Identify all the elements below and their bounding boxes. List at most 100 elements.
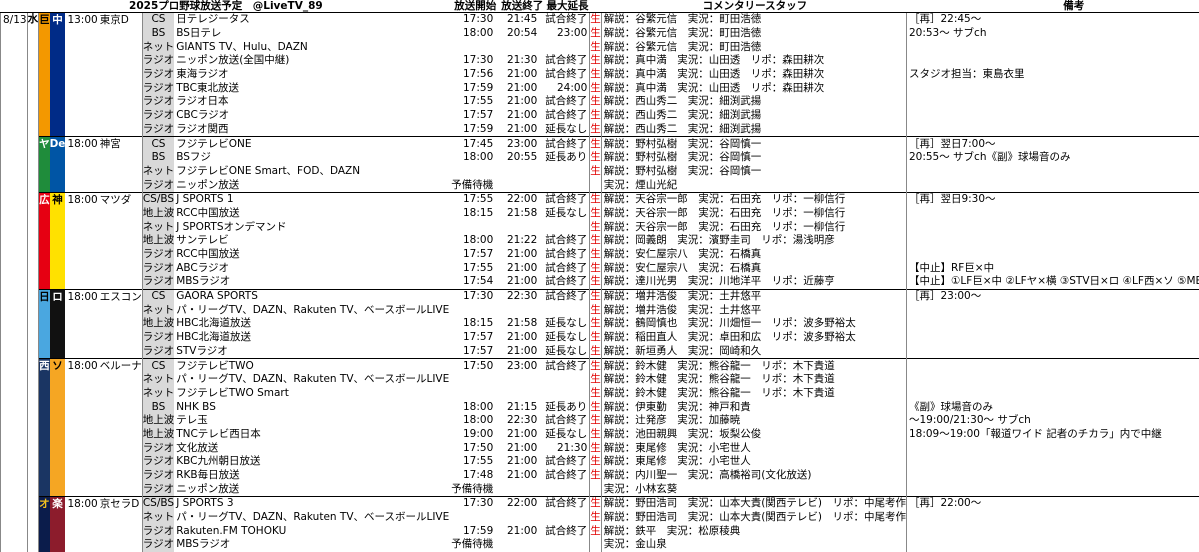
live-mark: 生	[590, 345, 602, 359]
station-name: RCC中国放送	[174, 207, 449, 221]
start-time: 17:59	[449, 524, 499, 538]
game-time: 18:00	[65, 497, 97, 552]
media-type: CS	[142, 359, 174, 373]
note	[906, 95, 1199, 109]
station-name: BS日テレ	[174, 27, 449, 41]
start-time: 17:30	[449, 497, 499, 511]
note	[906, 373, 1199, 387]
media-type: ラジオ	[142, 68, 174, 82]
commentary-staff: 解説：野田浩司 実況：山本大貴(関西テレビ) リポ：中尾考作	[601, 497, 906, 511]
station-name: MBSラジオ	[174, 538, 449, 552]
game-time: 18:00	[65, 289, 97, 358]
media-type: ラジオ	[142, 482, 174, 496]
note	[906, 511, 1199, 525]
program-row: ネットJ SPORTSオンデマンド生解説：天谷宗一郎 実況：石田充 リポ：一柳信…	[1, 220, 1199, 234]
home-team-badge: ヤ	[39, 137, 50, 193]
commentary-staff: 解説：天谷宗一郎 実況：石田充 リポ：一柳信行	[601, 207, 906, 221]
media-type: ラジオ	[142, 261, 174, 275]
live-mark: 生	[590, 192, 602, 206]
station-name: CBCラジオ	[174, 109, 449, 123]
max-extension: 試合終了	[543, 248, 590, 262]
program-row: ラジオCBCラジオ17:5721:00試合終了生解説：西山秀二 実況：細渕武揚	[1, 109, 1199, 123]
end-time: 22:00	[499, 192, 543, 206]
media-type: 地上波	[142, 317, 174, 331]
max-extension: 試合終了	[543, 95, 590, 109]
max-extension: 延長なし	[543, 317, 590, 331]
program-row: 地上波RCC中国放送18:1521:58延長なし生解説：天谷宗一郎 実況：石田充…	[1, 207, 1199, 221]
max-extension: 試合終了	[543, 524, 590, 538]
station-name: GAORA SPORTS	[174, 289, 449, 303]
station-name: ニッポン放送(全国中継)	[174, 54, 449, 68]
program-row: ラジオSTVラジオ17:5721:00延長なし生解説：新垣勇人 実況：岡崎和久	[1, 345, 1199, 359]
commentary-staff: 解説：西山秀二 実況：細渕武揚	[601, 123, 906, 137]
commentary-staff: 解説：岡義朗 実況：濱野圭司 リポ：湯浅明彦	[601, 234, 906, 248]
live-mark: 生	[590, 400, 602, 414]
media-type: ラジオ	[142, 275, 174, 289]
note	[906, 165, 1199, 179]
end-time	[499, 538, 543, 552]
live-mark: 生	[590, 40, 602, 54]
end-time: 23:00	[499, 137, 543, 151]
start-time: 18:00	[449, 400, 499, 414]
commentary-staff: 解説：天谷宗一郎 実況：石田充 リポ：一柳信行	[601, 220, 906, 234]
start-time: 予備待機	[449, 178, 499, 192]
start-time: 17:30	[449, 289, 499, 303]
max-extension: 試合終了	[543, 414, 590, 428]
program-row: ラジオニッポン放送予備待機実況：煙山光紀	[1, 178, 1199, 192]
program-row: ラジオ東海ラジオ17:5621:00試合終了生解説：真中満 実況：山田透 リポ：…	[1, 68, 1199, 82]
station-name: ラジオ日本	[174, 95, 449, 109]
commentary-staff: 解説：野村弘樹 実況：谷岡慎一	[601, 165, 906, 179]
start-time: 18:00	[449, 234, 499, 248]
live-mark: 生	[590, 13, 602, 27]
live-mark: 生	[590, 68, 602, 82]
program-row: ラジオABCラジオ17:5521:00試合終了生解説：安仁屋宗八 実況：石橋真【…	[1, 261, 1199, 275]
media-type: BS	[142, 400, 174, 414]
commentary-staff: 実況：煙山光紀	[601, 178, 906, 192]
media-type: ラジオ	[142, 441, 174, 455]
home-team-badge: 巨	[39, 13, 50, 137]
station-name: NHK BS	[174, 400, 449, 414]
program-row: ラジオ文化放送17:5021:0021:30生解説：東尾修 実況：小宅世人	[1, 441, 1199, 455]
max-extension: 24:00	[543, 81, 590, 95]
start-time: 17:59	[449, 81, 499, 95]
commentary-staff: 解説：野田浩司 実況：山本大貴(関西テレビ) リポ：中尾考作	[601, 511, 906, 525]
header-end: 放送終了	[499, 0, 543, 13]
max-extension	[543, 40, 590, 54]
end-time: 21:58	[499, 207, 543, 221]
program-row: BSNHK BS18:0021:15延長あり生解説：伊東勤 実況：神戸和貴《副》…	[1, 400, 1199, 414]
program-row: 地上波テレ玉18:0022:30試合終了生解説：辻発彦 実況：加藤暁～19:00…	[1, 414, 1199, 428]
program-row: ラジオMBSラジオ予備待機実況：金山泉	[1, 538, 1199, 552]
commentary-staff: 実況：金山泉	[601, 538, 906, 552]
start-time: 17:59	[449, 123, 499, 137]
live-mark: 生	[590, 441, 602, 455]
max-extension	[543, 165, 590, 179]
end-time	[499, 303, 543, 317]
end-time: 21:00	[499, 275, 543, 289]
program-row: 地上波TNCテレビ西日本19:0021:00延長なし生解説：池田親興 実況：坂梨…	[1, 428, 1199, 442]
live-mark: 生	[590, 455, 602, 469]
commentary-staff: 解説：鈴木健 実況：熊谷龍一 リポ：木下貴道	[601, 387, 906, 401]
commentary-staff: 解説：鉄平 実況：松原稜典	[601, 524, 906, 538]
sheet-title: 2025プロ野球放送予定 @LiveTV_89	[1, 0, 450, 13]
venue: 京セラD	[98, 497, 143, 552]
station-name: 東海ラジオ	[174, 68, 449, 82]
commentary-staff: 解説：真中満 実況：山田透 リポ：森田耕次	[601, 81, 906, 95]
program-row: ラジオラジオ関西17:5921:00延長なし生解説：西山秀二 実況：細渕武揚	[1, 123, 1199, 137]
schedule-table: 2025プロ野球放送予定 @LiveTV_89 放送開始 放送終了 最大延長 コ…	[0, 0, 1199, 552]
start-time	[449, 40, 499, 54]
start-time: 17:50	[449, 441, 499, 455]
end-time: 20:55	[499, 151, 543, 165]
max-extension: 試合終了	[543, 234, 590, 248]
end-time: 21:22	[499, 234, 543, 248]
commentary-staff: 解説：野村弘樹 実況：谷岡慎一	[601, 151, 906, 165]
note	[906, 40, 1199, 54]
station-name: 文化放送	[174, 441, 449, 455]
note: ［再］22:00～	[906, 497, 1199, 511]
station-name: TBC東北放送	[174, 81, 449, 95]
program-row: 日ロ18:00エスコンCSGAORA SPORTS17:3022:30試合終了生…	[1, 289, 1199, 303]
program-row: ネットパ・リーグTV、DAZN、Rakuten TV、ベースボールLIVE生解説…	[1, 511, 1199, 525]
end-time: 21:45	[499, 13, 543, 27]
note	[906, 109, 1199, 123]
station-name: 日テレジータス	[174, 13, 449, 27]
end-time: 22:30	[499, 289, 543, 303]
